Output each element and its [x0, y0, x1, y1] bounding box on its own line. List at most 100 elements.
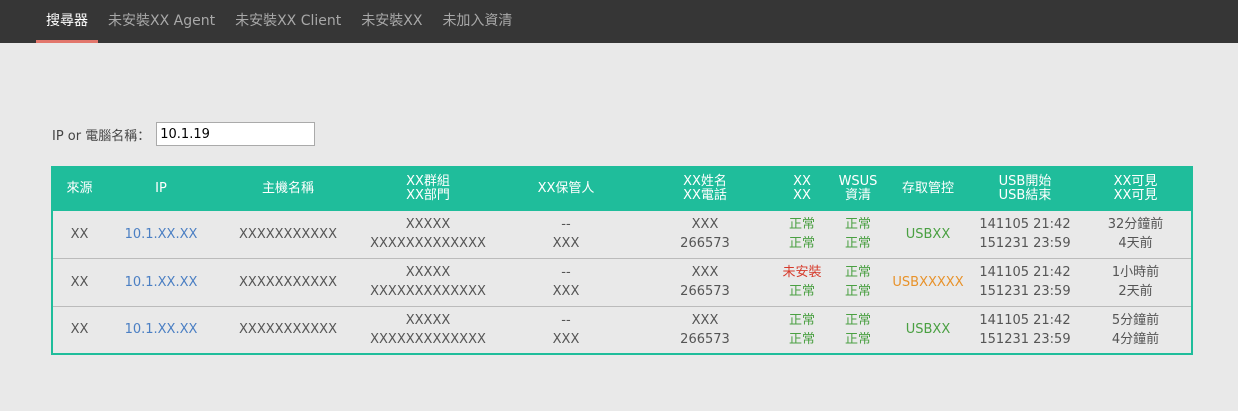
access-control-text: USBXX — [905, 226, 951, 242]
name-text: XXX — [691, 217, 719, 233]
column-header-label: XX姓名 — [683, 173, 727, 189]
table-cell: XXX 266573 — [636, 210, 774, 258]
last-seen-text: 4天前 — [1118, 236, 1153, 252]
custodian-text: -- — [561, 312, 571, 328]
custodian-text: -- — [561, 265, 571, 280]
wsus-status: 正常 — [844, 312, 871, 328]
department-text: XXXXXXXXXXXXX — [370, 331, 486, 347]
column-header-label: XX — [793, 187, 811, 203]
usb-end-text: 151231 23:59 — [979, 331, 1071, 347]
nav-tab-no-xx[interactable]: 未安裝XX — [351, 0, 432, 43]
results-table: 來源 IP 主機名稱 XX群組 XX部門 XX保管人 XX姓名 XX電話 XX XX WSUS 資清存… — [51, 166, 1193, 355]
wsus-status: 正常 — [844, 217, 871, 233]
group-text: XXXXX — [405, 265, 451, 280]
xx-status: 正常 — [788, 331, 815, 347]
group-text: XXXXX — [405, 312, 451, 328]
table-cell: 正常 正常 — [830, 210, 886, 258]
department-text: XXXXXXXXXXXXX — [370, 284, 486, 299]
usb-end-text: 151231 23:59 — [979, 236, 1071, 252]
column-header-label: XX — [793, 173, 811, 189]
column-header: 存取管控 — [886, 167, 970, 210]
table-cell: 正常 正常 — [830, 258, 886, 306]
name-text: XXX — [691, 312, 719, 328]
table-cell: 10.1.XX.XX — [106, 306, 216, 354]
column-header-label: WSUS — [838, 173, 878, 189]
table-cell: XX — [52, 306, 106, 354]
last-seen-text: 32分鐘前 — [1107, 217, 1164, 233]
search-row: IP or 電腦名稱： — [52, 122, 316, 146]
table-cell: 正常 正常 — [830, 306, 886, 354]
ip-link[interactable]: 10.1.XX.XX — [106, 225, 216, 244]
last-seen-text: 1小時前 — [1111, 265, 1160, 280]
nav-tab-search[interactable]: 搜尋器 — [36, 0, 98, 43]
column-header-label: 存取管控 — [901, 180, 954, 196]
phone-text: 266573 — [680, 284, 730, 299]
table-cell: 32分鐘前 4天前 — [1080, 210, 1192, 258]
table-cell: 10.1.XX.XX — [106, 210, 216, 258]
top-navbar: 搜尋器 未安裝XX Agent 未安裝XX Client 未安裝XX 未加入資清 — [0, 0, 1238, 43]
table-row: XX 10.1.XX.XX XXXXXXXXXXX XXXXX XXXXXXXXXXXX… — [52, 306, 1192, 354]
nav-tab-no-client[interactable]: 未安裝XX Client — [225, 0, 351, 43]
table-cell: -- XXX — [496, 258, 636, 306]
wsus-status: 正常 — [844, 331, 871, 347]
column-header: 主機名稱 — [216, 167, 360, 210]
nav-tab-no-agent[interactable]: 未安裝XX Agent — [98, 0, 225, 43]
column-header-label: XX可見 — [1113, 173, 1158, 189]
table-cell: -- XXX — [496, 306, 636, 354]
table-cell: XX — [52, 258, 106, 306]
wsus-status: 正常 — [844, 236, 871, 252]
access-control-text: USBXX — [905, 322, 951, 338]
search-label: IP or 電腦名稱： — [52, 128, 151, 144]
table-cell: 141105 21:42 151231 23:59 — [970, 258, 1080, 306]
ip-link[interactable]: 10.1.XX.XX — [106, 320, 216, 339]
column-header-label: XX可見 — [1113, 187, 1158, 203]
table-cell: XXX 266573 — [636, 258, 774, 306]
hostname-cell: XXXXXXXXXXX — [239, 322, 337, 338]
xx-status: 未安裝 — [782, 265, 822, 280]
table-cell: 正常 正常 — [774, 210, 830, 258]
source-cell: XX — [70, 322, 89, 338]
table-row: XX 10.1.XX.XX XXXXXXXXXXX XXXXX XXXXXXXXXXXX… — [52, 258, 1192, 306]
custodian-text: XXX — [552, 236, 580, 252]
column-header-label: USB結束 — [998, 187, 1052, 203]
wsus-status: 正常 — [844, 284, 871, 299]
department-text: XXXXXXXXXXXXX — [370, 236, 486, 252]
custodian-text: XXX — [552, 284, 580, 299]
column-header: IP — [106, 167, 216, 210]
table-header-row: 來源 IP 主機名稱 XX群組 XX部門 XX保管人 XX姓名 XX電話 XX XX WSUS 資清存… — [52, 167, 1192, 210]
column-header-label: 主機名稱 — [261, 180, 314, 196]
table-cell: XXXXXXXXXXX — [216, 210, 360, 258]
ip-link[interactable]: 10.1.XX.XX — [106, 273, 216, 292]
column-header-label: XX電話 — [683, 187, 727, 203]
search-input[interactable] — [156, 122, 316, 146]
phone-text: 266573 — [680, 331, 730, 347]
nav-menu: 搜尋器 未安裝XX Agent 未安裝XX Client 未安裝XX 未加入資清 — [36, 0, 522, 43]
column-header: XX姓名 XX電話 — [636, 167, 774, 210]
column-header-label: XX部門 — [406, 187, 450, 203]
table-cell: 正常 正常 — [774, 306, 830, 354]
wsus-status: 正常 — [844, 265, 871, 280]
source-cell: XX — [70, 274, 89, 290]
table-body: XX 10.1.XX.XX XXXXXXXXXXX XXXXX XXXXXXXXXXXX… — [52, 210, 1192, 354]
table-cell: 5分鐘前 4分鐘前 — [1080, 306, 1192, 354]
custodian-text: XXX — [552, 331, 580, 347]
column-header-label: XX群組 — [406, 173, 450, 189]
table-cell: 141105 21:42 151231 23:59 — [970, 306, 1080, 354]
column-header: XX群組 XX部門 — [360, 167, 496, 210]
column-header: XX保管人 — [496, 167, 636, 210]
table-cell: XXXXX XXXXXXXXXXXXX — [360, 258, 496, 306]
table-cell: USBXX — [886, 210, 970, 258]
table-cell: -- XXX — [496, 210, 636, 258]
table-cell: XX — [52, 210, 106, 258]
column-header: XX可見 XX可見 — [1080, 167, 1192, 210]
last-seen-text: 4分鐘前 — [1111, 331, 1160, 347]
xx-status: 正常 — [788, 284, 815, 299]
hostname-cell: XXXXXXXXXXX — [239, 226, 337, 242]
access-control-text: USBXXXXX — [892, 274, 964, 290]
column-header: USB開始 USB結束 — [970, 167, 1080, 210]
usb-start-text: 141105 21:42 — [979, 217, 1071, 233]
table-cell: USBXXXXX — [886, 258, 970, 306]
table-cell: 未安裝 正常 — [774, 258, 830, 306]
nav-tab-not-joined[interactable]: 未加入資清 — [432, 0, 522, 43]
usb-start-text: 141105 21:42 — [979, 265, 1071, 280]
